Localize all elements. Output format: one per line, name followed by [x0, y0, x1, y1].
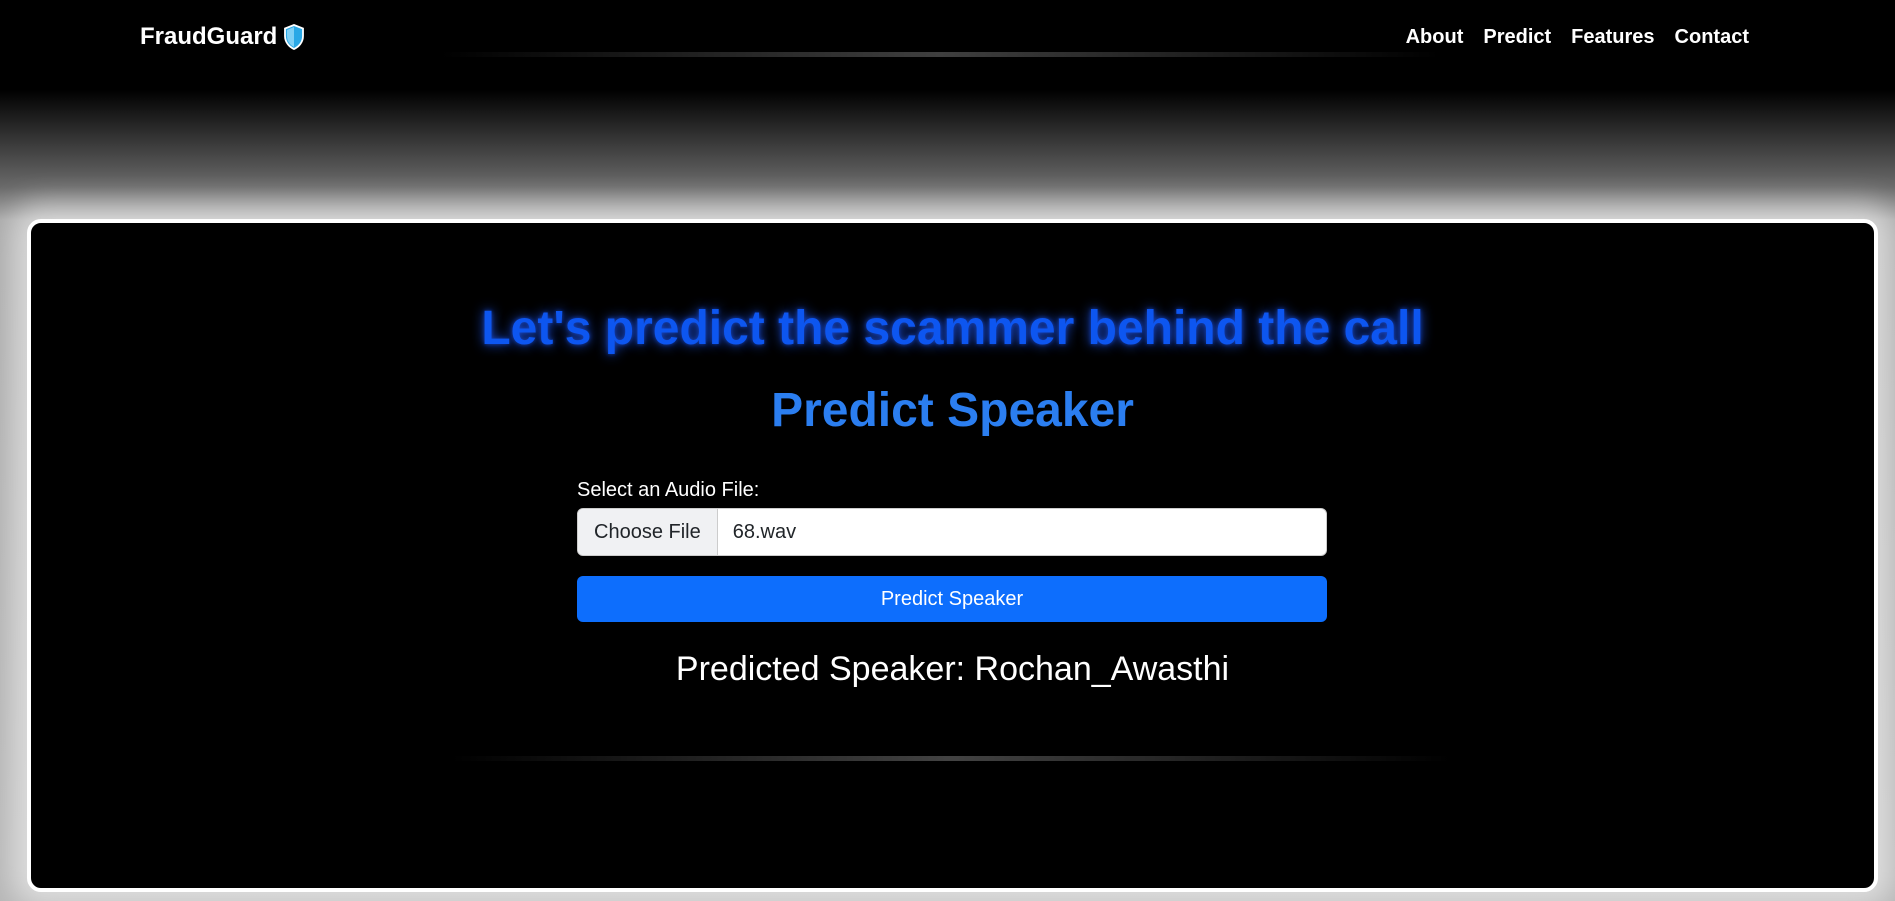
shield-icon: [283, 24, 305, 50]
navbar: FraudGuard About Predict Features Contac…: [0, 0, 1895, 75]
nav-link-about[interactable]: About: [1406, 26, 1464, 49]
predict-card: Let's predict the scammer behind the cal…: [27, 219, 1878, 892]
predict-speaker-button[interactable]: Predict Speaker: [577, 576, 1327, 622]
nav-link-contact[interactable]: Contact: [1675, 26, 1749, 49]
file-input[interactable]: Choose File 68.wav: [577, 508, 1327, 556]
upload-form: Select an Audio File: Choose File 68.wav…: [577, 479, 1327, 622]
brand-link[interactable]: FraudGuard: [140, 23, 305, 51]
nav-link-features[interactable]: Features: [1571, 26, 1654, 49]
nav-links: About Predict Features Contact: [1406, 26, 1749, 49]
nav-divider: [440, 52, 1440, 57]
choose-file-button[interactable]: Choose File: [578, 509, 718, 555]
card-divider: [451, 756, 1451, 761]
page-headline: Let's predict the scammer behind the cal…: [481, 302, 1424, 355]
selected-file-name: 68.wav: [732, 520, 797, 543]
section-title: Predict Speaker: [771, 384, 1134, 437]
brand-name: FraudGuard: [140, 23, 278, 50]
nav-link-predict[interactable]: Predict: [1483, 26, 1551, 49]
prediction-result: Predicted Speaker: Rochan_Awasthi: [675, 650, 1230, 688]
file-label: Select an Audio File:: [577, 479, 760, 501]
